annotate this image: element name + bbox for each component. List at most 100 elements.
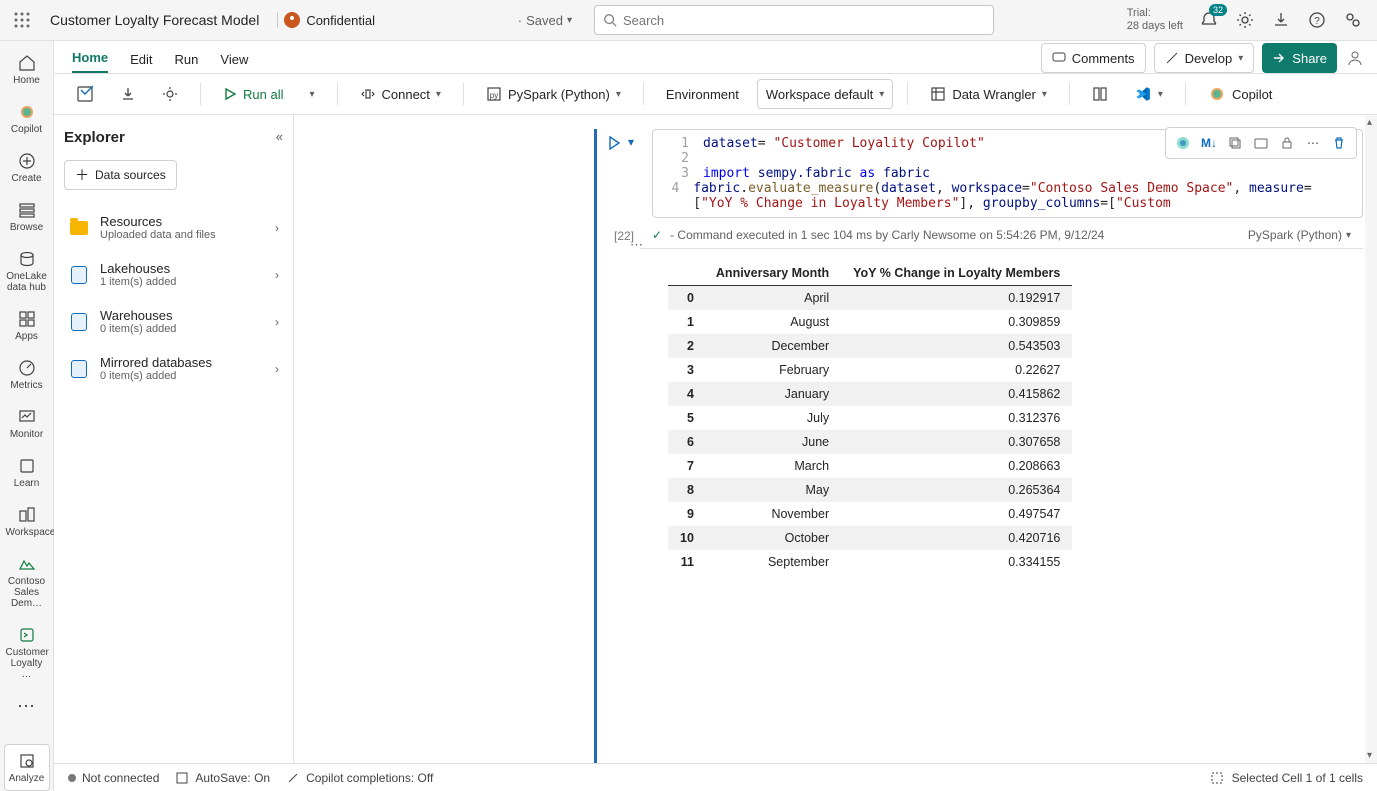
code-cell: ▾ M↓ ⋯ 1dataset= "Customer Loyality Copi… (594, 129, 1363, 574)
environment-label: Environment (658, 79, 747, 109)
notification-badge: 32 (1209, 4, 1227, 16)
autosave-status[interactable]: AutoSave: On (175, 771, 270, 785)
cell-indicator (594, 129, 597, 763)
selection-status: Selected Cell 1 of 1 cells (1232, 771, 1363, 785)
sensitivity-text: Confidential (306, 13, 375, 28)
download-icon[interactable] (1271, 10, 1291, 30)
settings-nb-icon[interactable] (154, 79, 186, 109)
chevron-down-icon: ▾ (1158, 89, 1163, 100)
chevron-down-icon: ▾ (567, 15, 572, 26)
sensitivity-label[interactable]: Confidential (277, 12, 381, 28)
explorer-panel: Explorer « ＋Data sources ResourcesUpload… (54, 115, 294, 763)
saved-state-text: Saved (526, 13, 563, 28)
explorer-mirrored[interactable]: Mirrored databases0 item(s) added › (64, 345, 283, 392)
tab-home[interactable]: Home (72, 44, 108, 73)
chevron-down-icon: ▾ (616, 89, 621, 100)
app-launcher-icon[interactable] (8, 6, 36, 34)
scroll-down-icon[interactable]: ▾ (1367, 750, 1372, 761)
table-row: 6June0.307658 (668, 430, 1072, 454)
cell-run-controls: ▾ (606, 135, 634, 151)
table-row: 11September0.334155 (668, 550, 1072, 574)
help-icon[interactable]: ? (1307, 10, 1327, 30)
folder-icon (70, 221, 88, 235)
develop-button[interactable]: Develop▾ (1154, 43, 1255, 73)
col-yoy: YoY % Change in Loyalty Members (841, 261, 1072, 286)
data-sources-button[interactable]: ＋Data sources (64, 160, 177, 190)
tab-view[interactable]: View (220, 46, 248, 73)
table-row: 7March0.208663 (668, 454, 1072, 478)
cell-more-icon[interactable]: ⋯ (630, 237, 645, 253)
output-table: Anniversary Month YoY % Change in Loyalt… (668, 261, 1072, 574)
table-row: 8May0.265364 (668, 478, 1072, 502)
main-content: Explorer « ＋Data sources ResourcesUpload… (0, 115, 1377, 763)
scrollbar[interactable]: ▴ ▾ (1365, 115, 1377, 763)
chevron-down-icon: ▾ (1042, 89, 1047, 100)
copilot-button[interactable]: Copilot (1200, 79, 1280, 109)
tab-edit[interactable]: Edit (130, 46, 152, 73)
save-state-dropdown[interactable]: ·Saved ▾ (508, 13, 582, 28)
ribbon: Home Edit Run View Comments Develop▾ Sha… (54, 41, 1377, 73)
cell-editor[interactable]: 1dataset= "Customer Loyality Copilot" 2 … (652, 129, 1363, 218)
table-row: 9November0.497547 (668, 502, 1072, 526)
chevron-down-icon: ▾ (436, 89, 441, 100)
share-button[interactable]: Share (1262, 43, 1337, 73)
collapse-explorer-icon[interactable]: « (276, 129, 283, 144)
table-row: 2December0.543503 (668, 334, 1072, 358)
kernel-selector[interactable]: PySpark (Python)▾ (1248, 228, 1351, 242)
search-box[interactable] (594, 5, 994, 35)
success-icon: ✓ (652, 228, 662, 242)
svg-text:py: py (490, 91, 498, 100)
explorer-title: Explorer (64, 129, 283, 146)
chevron-down-icon: ▾ (879, 89, 884, 100)
freeze-icon[interactable] (1084, 79, 1116, 109)
explorer-warehouses[interactable]: Warehouses0 item(s) added › (64, 298, 283, 345)
file-title[interactable]: Customer Loyalty Forecast Model (44, 12, 265, 28)
search-input[interactable] (623, 13, 985, 28)
col-anniversary: Anniversary Month (704, 261, 841, 286)
status-dot-icon (68, 774, 76, 782)
notebook-pane: ▾ M↓ ⋯ 1dataset= "Customer Loyality Copi… (588, 115, 1377, 763)
table-row: 4January0.415862 (668, 382, 1072, 406)
run-cell-dropdown[interactable]: ▾ (628, 135, 634, 151)
app-header: Customer Loyalty Forecast Model Confiden… (0, 0, 1377, 41)
save-icon[interactable] (68, 79, 102, 109)
comments-button[interactable]: Comments (1041, 43, 1146, 73)
data-wrangler-button[interactable]: Data Wrangler▾ (922, 79, 1055, 109)
table-row: 0April0.192917 (668, 286, 1072, 311)
run-cell-icon[interactable] (606, 135, 622, 151)
table-row: 3February0.22627 (668, 358, 1072, 382)
connect-button[interactable]: Connect▾ (352, 79, 449, 109)
environment-dropdown[interactable]: Workspace default▾ (757, 79, 893, 109)
download-nb-icon[interactable] (112, 79, 144, 109)
exec-status-text: - Command executed in 1 sec 104 ms by Ca… (670, 228, 1104, 242)
search-icon (603, 13, 617, 27)
explorer-lakehouses[interactable]: Lakehouses1 item(s) added › (64, 251, 283, 298)
svg-text:?: ? (1314, 16, 1320, 27)
settings-icon[interactable] (1235, 10, 1255, 30)
table-row: 1August0.309859 (668, 310, 1072, 334)
header-right: Trial: 28 days left 32 ? (1121, 7, 1369, 33)
chevron-right-icon: › (275, 268, 279, 282)
nav-home[interactable]: Home (4, 47, 50, 92)
tab-run[interactable]: Run (175, 46, 199, 73)
status-bar: Not connected AutoSave: On Copilot compl… (54, 763, 1377, 791)
vscode-button[interactable]: ▾ (1126, 79, 1171, 109)
notifications-icon[interactable]: 32 (1199, 10, 1219, 30)
connection-status[interactable]: Not connected (68, 771, 159, 785)
table-row: 5July0.312376 (668, 406, 1072, 430)
chevron-down-icon: ▾ (1346, 230, 1351, 241)
scroll-up-icon[interactable]: ▴ (1367, 117, 1372, 128)
selection-icon (1210, 771, 1224, 785)
persona-icon[interactable] (1345, 48, 1365, 68)
chevron-right-icon: › (275, 221, 279, 235)
run-all-button[interactable]: Run all (215, 79, 291, 109)
notebook-toolbar: Run all ▾ Connect▾ pyPySpark (Python)▾ E… (54, 73, 1377, 115)
mirrored-db-icon (71, 360, 87, 378)
run-all-dropdown[interactable]: ▾ (301, 79, 322, 109)
warehouse-icon (71, 313, 87, 331)
account-icon[interactable] (1343, 10, 1363, 30)
language-dropdown[interactable]: pyPySpark (Python)▾ (478, 79, 629, 109)
chevron-right-icon: › (275, 362, 279, 376)
copilot-completions-status[interactable]: Copilot completions: Off (286, 771, 433, 785)
explorer-resources[interactable]: ResourcesUploaded data and files › (64, 204, 283, 251)
